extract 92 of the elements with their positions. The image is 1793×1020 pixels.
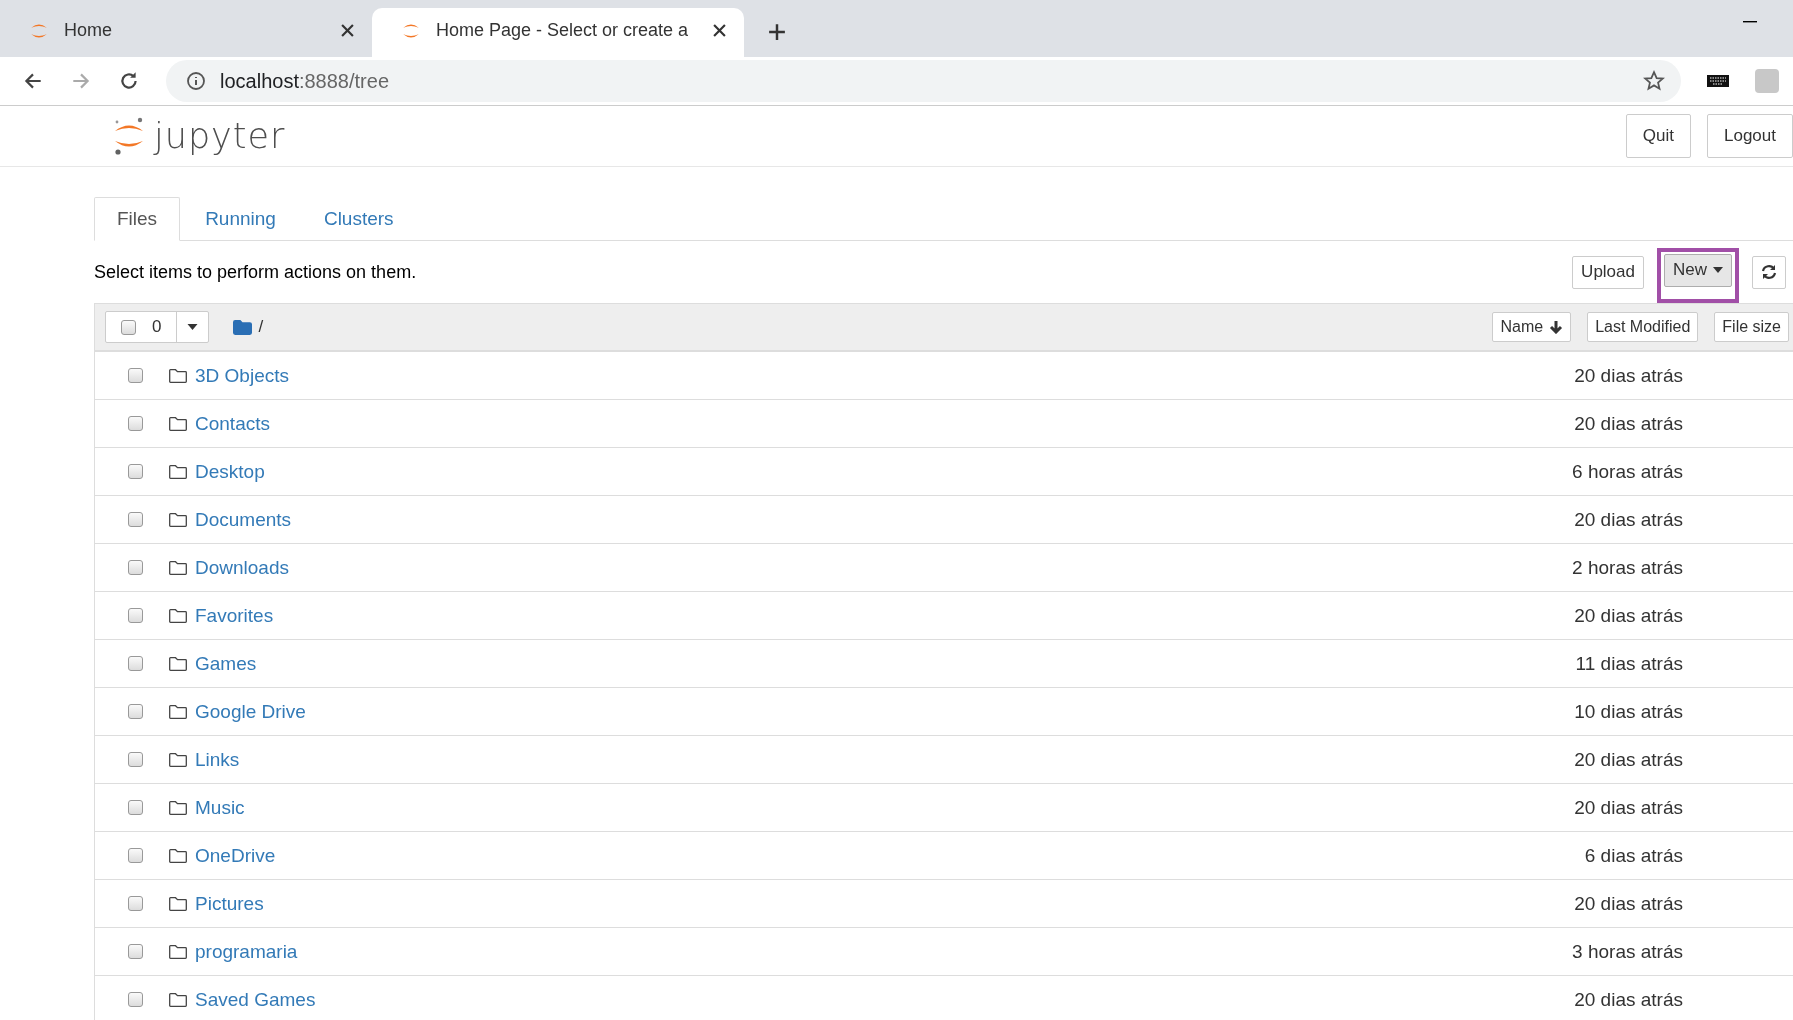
modified-time: 3 horas atrás	[1572, 940, 1683, 963]
modified-time: 6 horas atrás	[1572, 460, 1683, 483]
modified-time: 20 dias atrás	[1574, 508, 1683, 531]
folder-link[interactable]: 3D Objects	[195, 364, 289, 387]
folder-icon	[169, 704, 187, 719]
nav-tab[interactable]: Clusters	[300, 197, 417, 241]
upload-button[interactable]: Upload	[1572, 255, 1644, 289]
down-arrow-icon	[1549, 320, 1564, 334]
folder-link[interactable]: Links	[195, 748, 240, 771]
folder-icon[interactable]	[233, 319, 253, 335]
folder-icon	[169, 368, 187, 383]
minimize-icon[interactable]	[1743, 21, 1757, 23]
instruction-text: Select items to perform actions on them.	[94, 261, 417, 283]
caret-icon	[1713, 267, 1723, 273]
folder-icon	[169, 416, 187, 431]
folder-icon	[169, 848, 187, 863]
folder-link[interactable]: Downloads	[195, 556, 289, 579]
browser-tab[interactable]: Home	[0, 8, 372, 57]
checkbox[interactable]	[128, 656, 143, 671]
folder-icon	[169, 464, 187, 479]
checkbox[interactable]	[128, 608, 143, 623]
folder-icon	[169, 608, 187, 623]
folder-link[interactable]: programaria	[195, 940, 298, 963]
modified-time: 20 dias atrás	[1574, 892, 1683, 915]
folder-link[interactable]: Documents	[195, 508, 292, 531]
caret-icon[interactable]	[187, 324, 199, 330]
folder-link[interactable]: OneDrive	[195, 844, 276, 867]
new-dropdown-button[interactable]: New	[1664, 253, 1732, 287]
folder-icon	[169, 656, 187, 671]
checkbox[interactable]	[128, 704, 143, 719]
checkbox[interactable]	[121, 319, 136, 335]
star-icon[interactable]	[1643, 70, 1665, 92]
reload-icon[interactable]	[118, 70, 140, 92]
modified-time: 20 dias atrás	[1574, 748, 1683, 771]
header-button[interactable]: Quit	[1625, 114, 1691, 158]
checkbox[interactable]	[128, 752, 143, 767]
modified-time: 20 dias atrás	[1574, 364, 1683, 387]
url-text: localhost:8888/tree	[220, 69, 389, 93]
modified-time: 11 dias atrás	[1575, 652, 1683, 675]
selected-count: 0	[152, 317, 162, 337]
folder-link[interactable]: Desktop	[195, 460, 265, 483]
select-all-control[interactable]: 0	[105, 311, 210, 343]
refresh-icon	[1761, 264, 1777, 280]
checkbox[interactable]	[128, 464, 143, 479]
close-icon[interactable]	[341, 24, 354, 37]
new-tab-icon[interactable]	[768, 23, 786, 41]
modified-time: 20 dias atrás	[1574, 796, 1683, 819]
modified-time: 10 dias atrás	[1574, 700, 1683, 723]
sort-button[interactable]: Last Modified	[1587, 312, 1699, 342]
modified-time: 2 horas atrás	[1572, 556, 1683, 579]
checkbox[interactable]	[128, 896, 143, 911]
folder-link[interactable]: Favorites	[195, 604, 274, 627]
folder-icon	[169, 560, 187, 575]
address-field[interactable]: localhost:8888/tree	[166, 60, 1681, 102]
folder-icon	[169, 944, 187, 959]
tab-title: Home Page - Select or create a	[436, 20, 690, 41]
keyboard-icon[interactable]	[1707, 75, 1729, 87]
checkbox[interactable]	[128, 560, 143, 575]
modified-time: 6 dias atrás	[1584, 844, 1683, 867]
folder-icon	[169, 512, 187, 527]
nav-tab[interactable]: Files	[94, 197, 181, 241]
header-button[interactable]: Logout	[1707, 114, 1793, 158]
close-icon[interactable]	[713, 24, 726, 37]
nav-tab[interactable]: Running	[182, 197, 299, 241]
checkbox[interactable]	[128, 416, 143, 431]
folder-link[interactable]: Saved Games	[195, 988, 316, 1011]
refresh-button[interactable]	[1752, 255, 1786, 289]
folder-link[interactable]: Google Drive	[195, 700, 306, 723]
logo-text: jupyter	[154, 116, 286, 156]
sort-button[interactable]: Name	[1492, 312, 1572, 342]
checkbox[interactable]	[128, 512, 143, 527]
folder-icon	[169, 800, 187, 815]
breadcrumb-path[interactable]: /	[258, 317, 264, 337]
folder-icon	[169, 992, 187, 1007]
folder-link[interactable]: Music	[195, 796, 245, 819]
sort-button[interactable]: File size	[1714, 312, 1789, 342]
checkbox[interactable]	[128, 848, 143, 863]
folder-icon	[169, 896, 187, 911]
folder-icon	[169, 752, 187, 767]
checkbox[interactable]	[128, 800, 143, 815]
folder-link[interactable]: Pictures	[195, 892, 264, 915]
modified-time: 20 dias atrás	[1574, 604, 1683, 627]
tab-title: Home	[64, 20, 113, 41]
checkbox[interactable]	[128, 944, 143, 959]
checkbox[interactable]	[128, 368, 143, 383]
browser-tab[interactable]: Home Page - Select or create a	[372, 8, 744, 57]
folder-link[interactable]: Contacts	[195, 412, 270, 435]
modified-time: 20 dias atrás	[1574, 988, 1683, 1011]
modified-time: 20 dias atrás	[1574, 412, 1683, 435]
folder-link[interactable]: Games	[195, 652, 257, 675]
checkbox[interactable]	[128, 992, 143, 1007]
info-icon	[186, 71, 206, 91]
